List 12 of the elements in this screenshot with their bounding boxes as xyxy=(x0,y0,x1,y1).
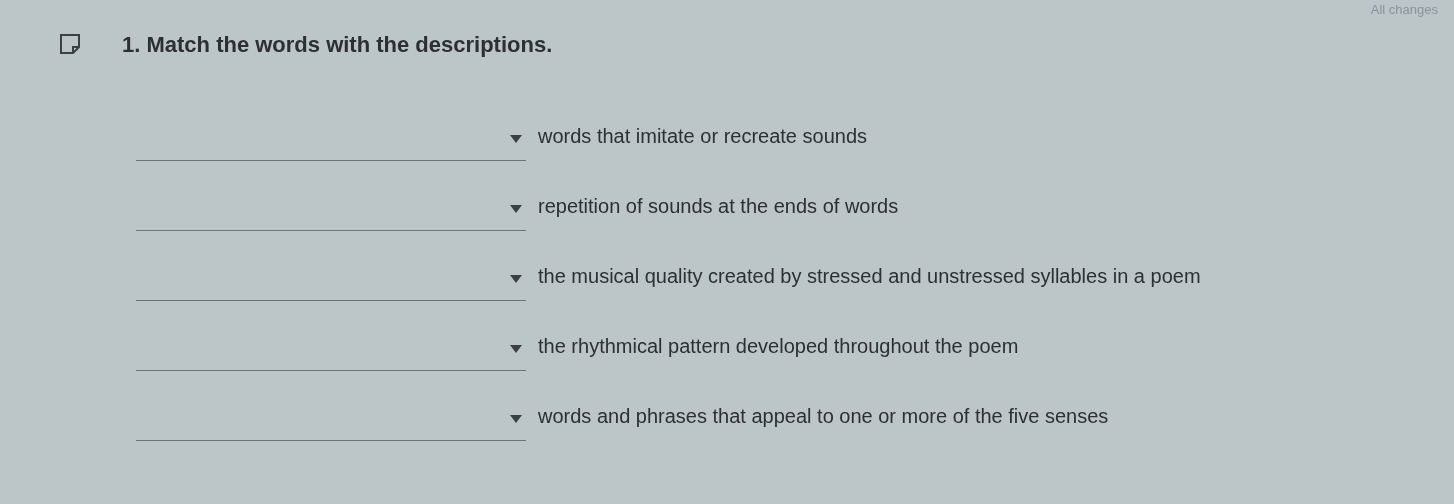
description: repetition of sounds at the ends of words xyxy=(538,193,899,219)
caret-icon xyxy=(510,414,522,423)
caret-icon xyxy=(510,344,522,353)
description: the musical quality created by stressed and unstressed syllables in a poem xyxy=(538,263,1201,289)
note-icon xyxy=(58,32,82,56)
description: words that imitate or recreate sounds xyxy=(538,123,868,149)
caret-icon xyxy=(510,274,522,283)
question-title: 1. Match the words with the descriptions. xyxy=(122,30,553,59)
description: words and phrases that appeal to one or more of the five senses xyxy=(538,403,1109,429)
description: the rhythmical pattern developed throughout the poem xyxy=(538,333,1019,359)
caret-icon xyxy=(510,134,522,143)
caret-icon xyxy=(510,204,522,213)
